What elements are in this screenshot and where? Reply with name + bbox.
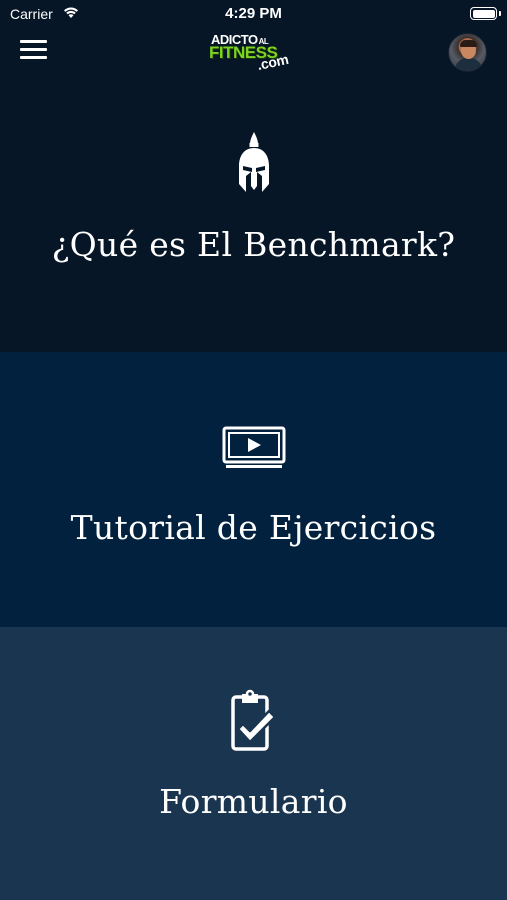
hamburger-menu-icon[interactable] [20, 40, 48, 64]
exercise-tutorial-section[interactable]: Tutorial de Ejercicios [0, 352, 507, 627]
benchmark-info-label: ¿Qué es El Benchmark? [51, 225, 456, 264]
benchmark-info-section[interactable]: ¿Qué es El Benchmark? [0, 76, 507, 352]
battery-icon [470, 7, 497, 20]
exercise-tutorial-label: Tutorial de Ejercicios [70, 508, 437, 547]
video-play-icon [222, 426, 285, 468]
app-logo: ADICTOAL FITNESS .com [205, 32, 305, 74]
spartan-helmet-icon [238, 132, 269, 192]
clipboard-check-icon [230, 689, 276, 751]
status-time: 4:29 PM [225, 5, 282, 22]
battery-cap [499, 11, 501, 16]
status-bar: Carrier 4:29 PM [0, 0, 507, 28]
form-section[interactable]: Formulario [0, 627, 507, 900]
form-label: Formulario [159, 782, 348, 821]
nav-bar: ADICTOAL FITNESS .com [0, 28, 507, 76]
user-avatar[interactable] [448, 33, 487, 72]
